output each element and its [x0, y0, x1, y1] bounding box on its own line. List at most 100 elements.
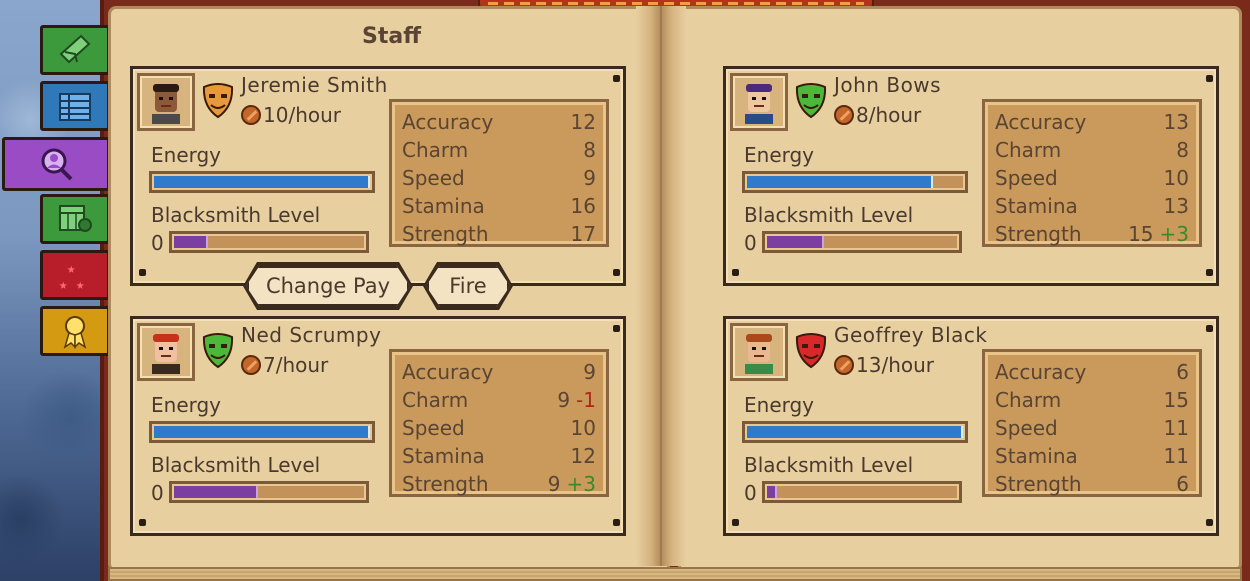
stat-value-group: 11 [1164, 442, 1189, 470]
corner-rivet [613, 325, 620, 332]
stat-value: 15 [1163, 388, 1189, 412]
level-bar-fill [174, 486, 258, 498]
staff-card[interactable]: John Bows 8/hour Energy Blacksmith Level… [723, 66, 1219, 286]
stat-value-group: 12 [571, 442, 596, 470]
stat-label: Accuracy [995, 110, 1087, 134]
stat-row: Stamina 11 [995, 442, 1189, 470]
fire-button[interactable]: Fire [426, 265, 510, 307]
quests-tab[interactable] [40, 25, 110, 75]
stat-label: Strength [402, 222, 489, 246]
level-value: 0 [151, 231, 164, 255]
stat-row: Charm 8 [995, 136, 1189, 164]
stat-label: Accuracy [402, 360, 494, 384]
level-bar-fill [174, 236, 209, 248]
rating-tab[interactable]: ★ ★ ★ [40, 250, 110, 300]
change-pay-button[interactable]: Change Pay [246, 265, 410, 307]
stat-value-group: 8 [1176, 136, 1189, 164]
stats-panel: Accuracy 13 Charm 8 Speed 10 Stamina 13 [982, 99, 1202, 247]
staff-card[interactable]: Jeremie Smith 10/hour Energy Blacksmith … [130, 66, 626, 286]
stat-row: Speed 11 [995, 414, 1189, 442]
stat-value: 11 [1163, 444, 1189, 468]
staff-card[interactable]: Ned Scrumpy 7/hour Energy Blacksmith Lev… [130, 316, 626, 536]
level-value: 0 [744, 231, 757, 255]
corner-rivet [732, 269, 739, 276]
stat-value-group: 10 [1164, 164, 1189, 192]
stat-value-group: 15 +3 [1128, 220, 1189, 248]
ledger-tab[interactable] [40, 81, 110, 131]
mood-mask-icon [202, 83, 234, 119]
energy-bar-fill [154, 426, 370, 438]
stat-value-group: 16 [571, 192, 596, 220]
level-label: Blacksmith Level [744, 453, 914, 477]
level-value: 0 [744, 481, 757, 505]
staff-card[interactable]: Geoffrey Black 13/hour Energy Blacksmith… [723, 316, 1219, 536]
corner-rivet [613, 75, 620, 82]
level-bar-fill [767, 236, 824, 248]
staff-portrait [730, 323, 788, 381]
stat-value: 9 [583, 166, 596, 190]
stat-row: Accuracy 6 [995, 358, 1189, 386]
stat-label: Speed [995, 166, 1058, 190]
svg-text:★: ★ [59, 277, 68, 293]
energy-bar-fill [154, 176, 370, 188]
book-spine [636, 6, 686, 566]
stat-value: 17 [570, 222, 596, 246]
stat-value-group: 17 [571, 220, 596, 248]
stat-modifier: -1 [576, 388, 596, 412]
stat-value: 6 [1176, 472, 1189, 496]
mood-mask-icon [202, 333, 234, 369]
stat-value: 13 [1163, 194, 1189, 218]
stat-value: 16 [570, 194, 596, 218]
awards-tab[interactable] [40, 306, 110, 356]
energy-label: Energy [151, 393, 222, 417]
stat-row: Speed 9 [402, 164, 596, 192]
stat-value: 10 [570, 416, 596, 440]
corner-rivet [613, 519, 620, 526]
stat-value: 8 [583, 138, 596, 162]
svg-text:★: ★ [67, 261, 76, 277]
stat-label: Accuracy [995, 360, 1087, 384]
avatar [152, 84, 180, 124]
search-staff-icon [41, 148, 73, 181]
corner-rivet [1206, 269, 1213, 276]
stat-value: 9 [583, 360, 596, 384]
mood-mask-icon [795, 83, 827, 119]
stat-row: Speed 10 [995, 164, 1189, 192]
stat-row: Charm 9 -1 [402, 386, 596, 414]
stat-label: Strength [995, 222, 1082, 246]
coin-icon [241, 105, 261, 125]
coin-icon [834, 105, 854, 125]
stat-value: 8 [1176, 138, 1189, 162]
energy-bar [149, 421, 375, 443]
wage-value: 7/hour [263, 353, 329, 377]
energy-bar [742, 171, 968, 193]
avatar [152, 334, 180, 374]
stat-value-group: 13 [1164, 192, 1189, 220]
stat-label: Speed [402, 166, 465, 190]
calendar-tab[interactable] [40, 194, 110, 244]
stars-icon: ★ ★ ★ [59, 261, 85, 293]
stat-value: 6 [1176, 360, 1189, 384]
stat-value: 15 [1128, 222, 1154, 246]
stat-value-group: 9 [583, 164, 596, 192]
staff-name: Geoffrey Black [834, 323, 988, 347]
stat-label: Charm [402, 388, 469, 412]
stat-label: Accuracy [402, 110, 494, 134]
stat-value-group: 13 [1164, 108, 1189, 136]
stat-value: 10 [1163, 166, 1189, 190]
corner-rivet [732, 519, 739, 526]
wage-value: 13/hour [856, 353, 934, 377]
staff-tab[interactable] [2, 137, 110, 191]
energy-bar [742, 421, 968, 443]
energy-label: Energy [744, 393, 815, 417]
stat-row: Accuracy 13 [995, 108, 1189, 136]
stat-modifier: +3 [1159, 222, 1189, 246]
staff-wage: 10/hour [241, 103, 341, 127]
page-edge [108, 567, 1242, 581]
stat-label: Charm [995, 138, 1062, 162]
stat-row: Charm 8 [402, 136, 596, 164]
stat-value-group: 12 [571, 108, 596, 136]
corner-rivet [613, 269, 620, 276]
svg-text:★: ★ [76, 277, 85, 293]
stat-label: Charm [995, 388, 1062, 412]
